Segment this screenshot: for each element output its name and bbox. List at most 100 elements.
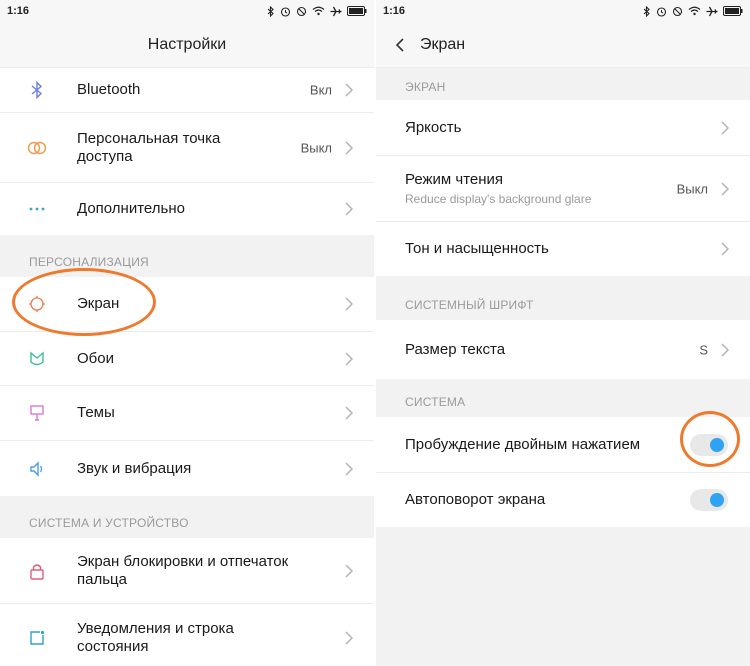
toggle-knob (710, 493, 724, 507)
airplane-status-icon (706, 6, 718, 16)
settings-item-label: Темы (77, 404, 115, 421)
hotspot-icon (26, 137, 48, 159)
settings-item-label: Пробуждение двойным нажатием (405, 435, 641, 453)
settings-item-label: Уведомления и строка состояния (77, 620, 234, 655)
chevron-right-icon (721, 120, 730, 135)
font-group: Размер текста S (376, 320, 750, 379)
connectivity-group: Bluetooth Вкл Персональная точка доступа… (0, 68, 374, 235)
settings-item-label: Размер текста (405, 340, 506, 358)
settings-item-label: Яркость (405, 118, 462, 136)
bluetooth-status-icon (267, 5, 274, 17)
status-bar: 1:16 (376, 0, 750, 22)
toggle-knob (710, 437, 724, 452)
chevron-right-icon (345, 631, 354, 645)
chevron-right-icon (721, 181, 730, 196)
settings-screen: 1:16 Настройки Bluetooth Вкл Персональна… (0, 0, 374, 666)
status-time: 1:16 (7, 5, 30, 17)
status-icons (643, 5, 743, 17)
section-header-system-font: СИСТЕМНЫЙ ШРИФТ (405, 298, 534, 312)
settings-item-text-size[interactable]: Размер текста S (376, 320, 750, 379)
section-header-system: СИСТЕМА (405, 395, 466, 409)
battery-status-icon (723, 6, 743, 16)
chevron-right-icon (345, 140, 354, 155)
alarm-status-icon (656, 6, 667, 17)
section-header-system-device: СИСТЕМА И УСТРОЙСТВО (29, 516, 189, 530)
battery-status-icon (347, 6, 367, 16)
settings-item-themes[interactable]: Темы (0, 386, 374, 441)
settings-item-hotspot[interactable]: Персональная точка доступа Выкл (0, 113, 374, 183)
settings-item-sound[interactable]: Звук и вибрация (0, 441, 374, 496)
mute-status-icon (296, 6, 307, 16)
chevron-right-icon (345, 202, 354, 216)
status-time: 1:16 (383, 5, 406, 17)
wallpaper-icon (26, 348, 48, 370)
settings-item-lockscreen[interactable]: Экран блокировки и отпечаток пальца (0, 538, 374, 604)
chevron-right-icon (345, 297, 354, 311)
settings-item-label: Автоповорот экрана (405, 491, 546, 508)
alarm-status-icon (280, 6, 291, 17)
settings-item-label: Звук и вибрация (77, 459, 192, 477)
settings-item-notifications[interactable]: Уведомления и строка состояния (0, 604, 374, 666)
chevron-right-icon (721, 342, 730, 357)
chevron-right-icon (345, 406, 354, 420)
settings-item-label: Дополнительно (77, 200, 185, 217)
settings-item-tone-saturation[interactable]: Тон и насыщенность (376, 222, 750, 276)
chevron-right-icon (345, 461, 354, 476)
double-tap-wake-toggle[interactable] (690, 433, 728, 456)
page-title-text: Настройки (147, 35, 227, 53)
section-header-screen: ЭКРАН (405, 80, 446, 94)
settings-item-display[interactable]: Экран (0, 277, 374, 332)
page-header: Экран (376, 22, 750, 68)
screenshot-root: 1:16 Настройки Bluetooth Вкл Персональна… (0, 0, 750, 666)
status-bar: 1:16 (0, 0, 374, 22)
personalization-group: Экран Обои Темы Звук и вибрация (0, 277, 374, 496)
notification-icon (26, 627, 48, 649)
settings-item-text: Режим чтения Reduce display's background… (405, 171, 591, 206)
chevron-left-icon (395, 38, 404, 52)
section-header-personalization: ПЕРСОНАЛИЗАЦИЯ (29, 255, 149, 269)
settings-item-wallpaper[interactable]: Обои (0, 332, 374, 386)
settings-item-label: Экран (77, 295, 120, 312)
system-toggles-group: Пробуждение двойным нажатием Автоповорот… (376, 417, 750, 527)
settings-item-label: Обои (77, 349, 114, 367)
themes-icon (26, 402, 48, 424)
settings-item-value: Выкл (676, 181, 708, 196)
wifi-status-icon (688, 6, 701, 16)
chevron-right-icon (345, 351, 354, 366)
page-title-text: Экран (420, 35, 466, 53)
bluetooth-icon (26, 79, 48, 101)
settings-item-subtitle: Reduce display's background glare (405, 192, 592, 206)
settings-item-bluetooth[interactable]: Bluetooth Вкл (0, 68, 374, 113)
settings-item-more[interactable]: Дополнительно (0, 183, 374, 235)
settings-item-auto-rotate: Автоповорот экрана (376, 473, 750, 527)
lock-icon (26, 560, 48, 582)
chevron-right-icon (345, 563, 354, 578)
back-button[interactable] (390, 35, 410, 55)
settings-item-double-tap-wake: Пробуждение двойным нажатием (376, 417, 750, 473)
settings-item-label: Bluetooth (77, 81, 141, 98)
wifi-status-icon (312, 6, 325, 16)
screen-group: Яркость Режим чтения Reduce display's ba… (376, 100, 750, 276)
settings-item-value: Выкл (300, 140, 332, 155)
settings-item-label: Экран блокировки и отпечаток пальца (77, 552, 289, 588)
settings-item-label: Режим чтения (405, 171, 504, 188)
display-icon (26, 293, 48, 315)
airplane-status-icon (330, 6, 342, 16)
chevron-right-icon (345, 83, 354, 97)
status-icons (267, 5, 367, 17)
settings-item-label: Персональная точка доступа (77, 129, 221, 165)
settings-item-value: S (699, 342, 708, 357)
bluetooth-status-icon (643, 5, 650, 17)
settings-item-label: Тон и насыщенность (405, 240, 549, 257)
settings-item-reading-mode[interactable]: Режим чтения Reduce display's background… (376, 156, 750, 222)
sound-icon (26, 458, 48, 480)
display-settings-screen: 1:16 Экран ЭКРАН Яркость Режим чтения Re… (376, 0, 750, 666)
settings-item-value: Вкл (309, 82, 332, 98)
auto-rotate-toggle[interactable] (690, 489, 728, 511)
page-title: Настройки (0, 22, 374, 68)
system-group: Экран блокировки и отпечаток пальца Увед… (0, 538, 374, 666)
settings-item-brightness[interactable]: Яркость (376, 100, 750, 156)
mute-status-icon (672, 6, 683, 16)
chevron-right-icon (721, 242, 730, 256)
more-dots-icon (26, 198, 48, 220)
